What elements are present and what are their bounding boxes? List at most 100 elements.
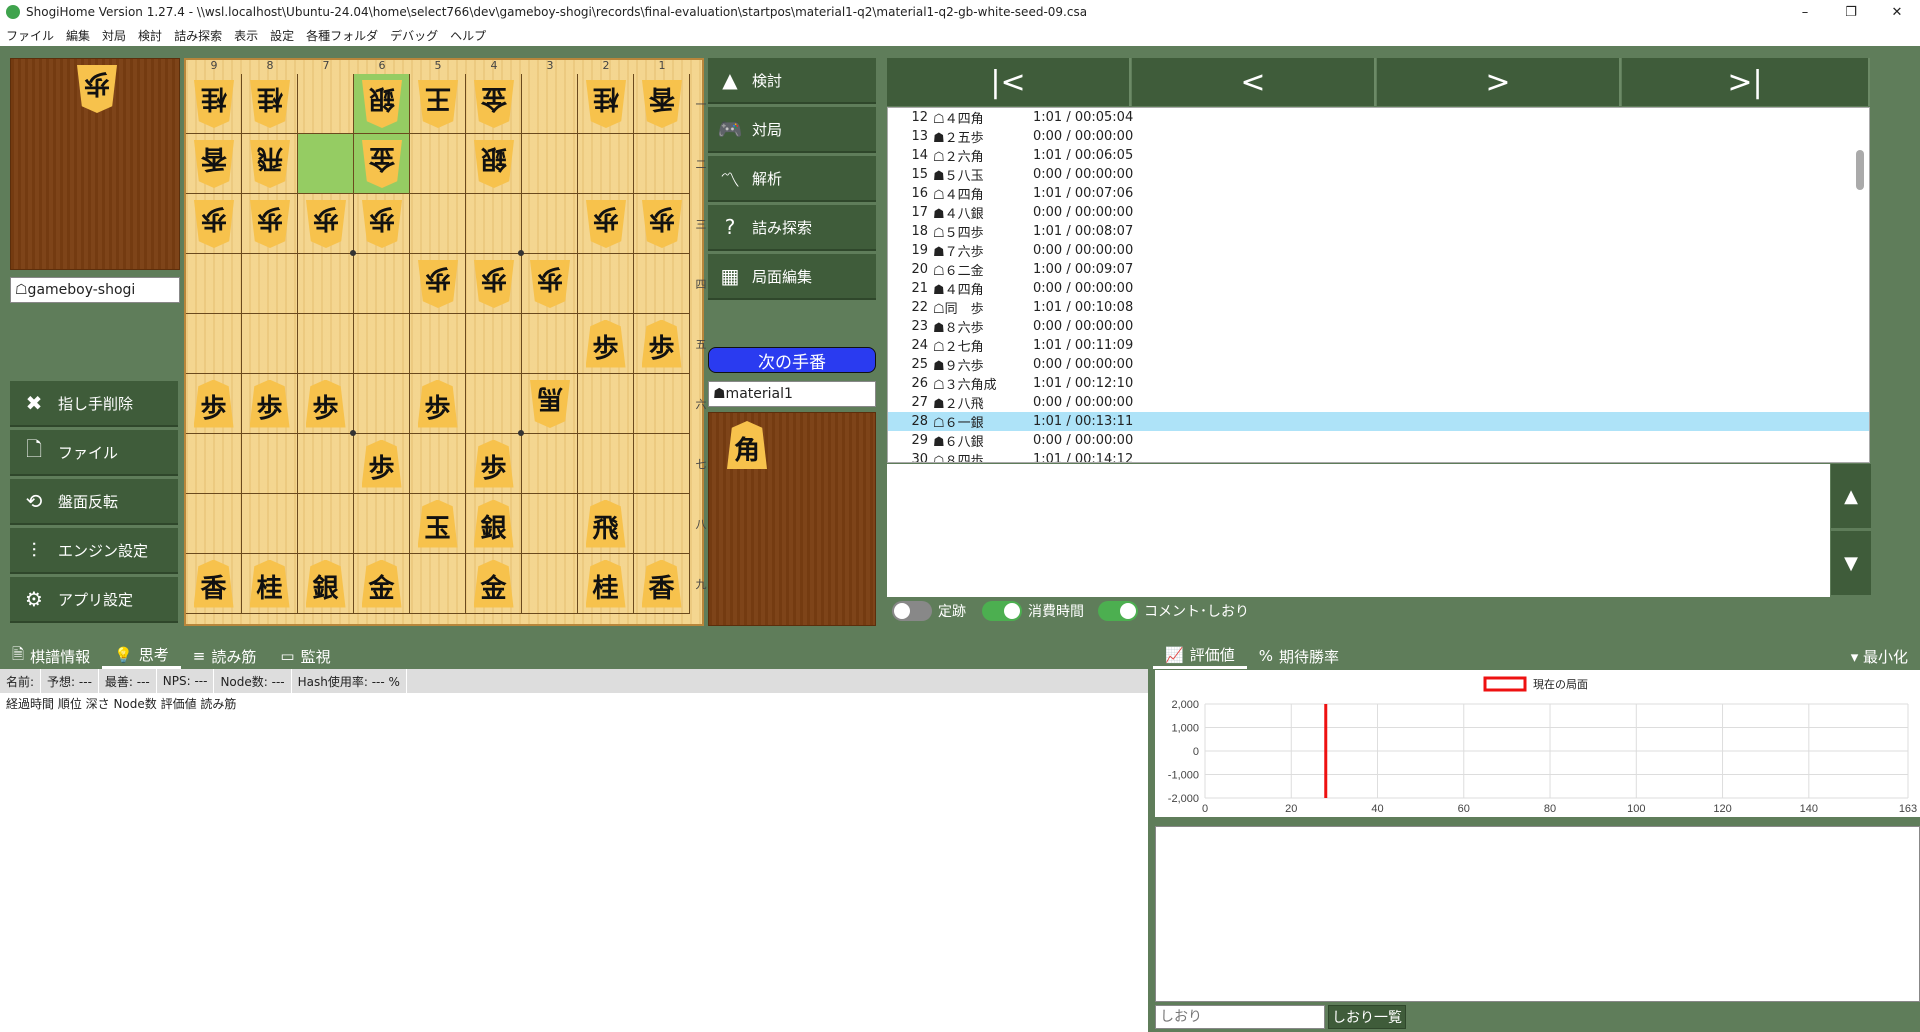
gote-piece[interactable]: 桂 <box>250 80 290 128</box>
board-square[interactable]: 玉 <box>410 494 466 554</box>
close-button[interactable]: ✕ <box>1874 0 1920 24</box>
board-square[interactable]: 歩 <box>634 194 690 254</box>
board-square[interactable]: 歩 <box>298 194 354 254</box>
mate-search-button[interactable]: ? 詰み探索 <box>708 205 876 251</box>
gote-piece[interactable]: 歩 <box>586 200 626 248</box>
board-square[interactable]: 桂 <box>242 554 298 614</box>
gote-piece[interactable]: 銀 <box>474 140 514 188</box>
board-square[interactable]: 香 <box>186 554 242 614</box>
board-square[interactable]: 歩 <box>354 434 410 494</box>
gote-piece[interactable]: 歩 <box>474 260 514 308</box>
toggle-elapsed-switch[interactable] <box>982 601 1022 621</box>
board-square[interactable] <box>186 434 242 494</box>
board-square[interactable] <box>410 554 466 614</box>
comment-up-button[interactable]: ▲ <box>1831 464 1871 528</box>
menu-edit[interactable]: 編集 <box>60 27 96 44</box>
comment-area[interactable] <box>887 464 1830 597</box>
restore-button[interactable]: ❐ <box>1828 0 1874 24</box>
move-row[interactable]: 25 ☗９六歩 0:00 / 00:00:00 <box>888 355 1869 374</box>
sente-piece[interactable]: 歩 <box>305 379 346 428</box>
board-square[interactable] <box>298 314 354 374</box>
move-row[interactable]: 23 ☗８六歩 0:00 / 00:00:00 <box>888 317 1869 336</box>
board-square[interactable] <box>242 254 298 314</box>
board-square[interactable]: 桂 <box>578 74 634 134</box>
board-square[interactable] <box>354 254 410 314</box>
move-row[interactable]: 27 ☗２八飛 0:00 / 00:00:00 <box>888 393 1869 412</box>
move-row[interactable]: 17 ☗４八銀 0:00 / 00:00:00 <box>888 203 1869 222</box>
game-button[interactable]: 🎮 対局 <box>708 107 876 153</box>
board-square[interactable] <box>522 74 578 134</box>
nav-last-button[interactable]: >| <box>1622 58 1870 106</box>
move-row[interactable]: 24 ☖２七角 1:01 / 00:11:09 <box>888 336 1869 355</box>
board-square[interactable] <box>242 314 298 374</box>
position-edit-button[interactable]: ▦ 局面編集 <box>708 254 876 300</box>
menu-game[interactable]: 対局 <box>96 27 132 44</box>
thinking-panel[interactable]: 名前: 予想: --- 最善: --- NPS: --- Node数: --- … <box>0 669 1148 1032</box>
toggle-comment[interactable]: コメント･しおり <box>1098 601 1249 621</box>
board-square[interactable] <box>242 494 298 554</box>
board-square[interactable] <box>522 134 578 194</box>
gote-piece[interactable]: 桂 <box>194 80 234 128</box>
board-square[interactable] <box>298 134 354 194</box>
sente-piece[interactable]: 香 <box>193 559 234 608</box>
sente-piece[interactable]: 歩 <box>249 379 290 428</box>
gote-piece[interactable]: 金 <box>362 140 402 188</box>
gote-hand-stand[interactable]: 歩 <box>10 58 180 270</box>
board-square[interactable] <box>466 374 522 434</box>
board-square[interactable]: 金 <box>354 134 410 194</box>
board-square[interactable] <box>298 74 354 134</box>
board-square[interactable] <box>634 374 690 434</box>
board-square[interactable] <box>354 494 410 554</box>
board-square[interactable]: 歩 <box>578 194 634 254</box>
menu-file[interactable]: ファイル <box>0 27 60 44</box>
sente-piece[interactable]: 玉 <box>417 499 458 548</box>
board-square[interactable]: 歩 <box>578 314 634 374</box>
board-square[interactable] <box>298 494 354 554</box>
board-square[interactable]: 歩 <box>186 374 242 434</box>
move-list[interactable]: 12 ☖４四角 1:01 / 00:05:04 13 ☗２五歩 0:00 / 00:00:… <box>887 107 1870 463</box>
gote-piece[interactable]: 歩 <box>306 200 346 248</box>
gote-piece[interactable]: 飛 <box>250 140 290 188</box>
board-square[interactable]: 歩 <box>354 194 410 254</box>
memo-area[interactable] <box>1155 826 1920 1002</box>
board-square[interactable]: 桂 <box>578 554 634 614</box>
sente-piece[interactable]: 歩 <box>417 379 458 428</box>
board-square[interactable]: 香 <box>634 554 690 614</box>
board-square[interactable] <box>186 314 242 374</box>
board-square[interactable]: 歩 <box>298 374 354 434</box>
sente-piece[interactable]: 歩 <box>193 379 234 428</box>
nav-next-button[interactable]: > <box>1377 58 1621 106</box>
board-square[interactable] <box>578 134 634 194</box>
gote-piece[interactable]: 王 <box>418 80 458 128</box>
toggle-comment-switch[interactable] <box>1098 601 1138 621</box>
shogi-board[interactable]: 987654321一二三四五六七八九桂桂銀王金桂香香飛金銀歩歩歩歩歩歩歩歩歩歩歩… <box>184 58 707 626</box>
move-row[interactable]: 28 ☖６一銀 1:01 / 00:13:11 <box>888 412 1869 431</box>
sente-piece[interactable]: 歩 <box>473 439 514 488</box>
tab-evaluation[interactable]: 📈 評価値 <box>1153 643 1247 669</box>
menu-debug[interactable]: デバッグ <box>384 27 444 44</box>
nav-first-button[interactable]: |< <box>887 58 1131 106</box>
board-square[interactable]: 馬 <box>522 374 578 434</box>
board-square[interactable] <box>186 494 242 554</box>
move-row[interactable]: 21 ☗４四角 0:00 / 00:00:00 <box>888 279 1869 298</box>
sente-piece[interactable]: 銀 <box>473 499 514 548</box>
toggle-elapsed[interactable]: 消費時間 <box>982 601 1084 621</box>
minimize-panel-button[interactable]: ▾ 最小化 <box>1839 643 1920 669</box>
minimize-button[interactable]: – <box>1782 0 1828 24</box>
tab-thinking[interactable]: 💡 思考 <box>102 643 181 669</box>
tab-record-info[interactable]: 🗎 棋譜情報 <box>0 643 102 669</box>
gote-piece[interactable]: 桂 <box>586 80 626 128</box>
move-row[interactable]: 20 ☖６二金 1:00 / 00:09:07 <box>888 260 1869 279</box>
file-button[interactable]: 🗋 ファイル <box>10 430 178 476</box>
board-square[interactable]: 銀 <box>354 74 410 134</box>
move-row[interactable]: 19 ☗７六歩 0:00 / 00:00:00 <box>888 241 1869 260</box>
menu-mate-search[interactable]: 詰み探索 <box>168 27 228 44</box>
board-square[interactable]: 歩 <box>466 434 522 494</box>
board-square[interactable]: 歩 <box>242 194 298 254</box>
sente-piece[interactable]: 桂 <box>249 559 290 608</box>
sente-piece[interactable]: 金 <box>361 559 402 608</box>
board-square[interactable] <box>354 314 410 374</box>
board-square[interactable] <box>410 134 466 194</box>
app-settings-button[interactable]: ⚙ アプリ設定 <box>10 577 178 623</box>
board-square[interactable] <box>578 254 634 314</box>
